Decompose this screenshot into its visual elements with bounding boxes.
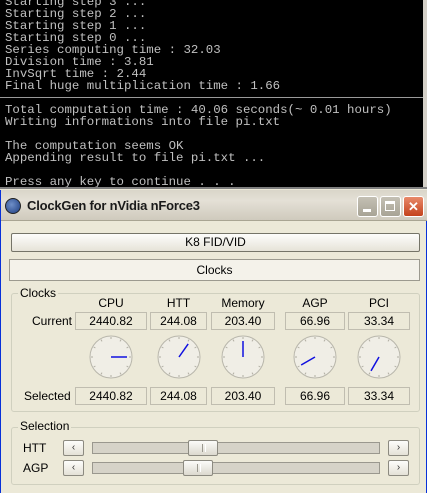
maximize-button[interactable]: [380, 196, 401, 217]
grip-icon: [202, 444, 206, 452]
console-line: Final huge multiplication time : 1.66: [5, 79, 281, 93]
minimize-icon: [363, 209, 371, 212]
agp-decrease-button[interactable]: ‹: [63, 460, 84, 476]
pci-selected-value: 33.34: [348, 387, 410, 405]
htt-slider-label: HTT: [23, 441, 47, 455]
maximize-icon: [385, 201, 395, 211]
cpu-gauge: [89, 335, 133, 379]
pci-gauge: [357, 335, 401, 379]
cpu-column-header: CPU: [98, 296, 124, 310]
cpu-current-value: 2440.82: [75, 312, 147, 330]
agp-slider-thumb[interactable]: [183, 460, 213, 476]
memory-gauge: [221, 335, 265, 379]
close-icon: ✕: [408, 199, 419, 214]
selection-group-legend: Selection: [18, 419, 72, 433]
console-line: Writing informations into file pi.txt: [5, 115, 281, 129]
app-icon[interactable]: [5, 198, 21, 214]
agp-increase-button[interactable]: ›: [388, 460, 409, 476]
console-window: Starting step 3 ... Starting step 2 ... …: [0, 0, 427, 189]
selected-row-label: Selected: [24, 389, 71, 403]
htt-gauge: [157, 335, 201, 379]
close-button[interactable]: ✕: [403, 196, 424, 217]
minimize-button[interactable]: [357, 196, 378, 217]
htt-column-header: HTT: [166, 296, 191, 310]
agp-current-value: 66.96: [285, 312, 345, 330]
htt-current-value: 244.08: [150, 312, 207, 330]
title-bar[interactable]: ClockGen for nVidia nForce3 ✕: [1, 190, 427, 221]
console-line: Appending result to file pi.txt ...: [5, 151, 266, 165]
htt-slider-thumb[interactable]: [188, 440, 218, 456]
memory-selected-value: 203.40: [211, 387, 275, 405]
memory-column-header: Memory: [221, 296, 265, 310]
agp-column-header: AGP: [302, 296, 328, 310]
clocks-tab[interactable]: Clocks: [9, 259, 420, 281]
console-separator: [0, 97, 427, 98]
cpu-selected-value: 2440.82: [75, 387, 147, 405]
htt-increase-button[interactable]: ›: [388, 440, 409, 456]
htt-slider-track[interactable]: [92, 440, 380, 456]
agp-selected-value: 66.96: [285, 387, 345, 405]
agp-gauge: [293, 335, 337, 379]
pci-column-header: PCI: [368, 296, 389, 310]
selection-group: [11, 427, 420, 485]
clocks-group-legend: Clocks: [18, 286, 59, 300]
agp-slider-track[interactable]: [92, 460, 380, 476]
agp-slider-label: AGP: [23, 461, 49, 475]
k8-fid-vid-button[interactable]: K8 FID/VID: [11, 233, 420, 252]
pci-current-value: 33.34: [348, 312, 410, 330]
window-title: ClockGen for nVidia nForce3: [27, 198, 200, 213]
htt-selected-value: 244.08: [150, 387, 207, 405]
htt-decrease-button[interactable]: ‹: [63, 440, 84, 456]
memory-current-value: 203.40: [211, 312, 275, 330]
console-frame-bottom: [0, 187, 427, 189]
console-frame-edge: [423, 0, 427, 189]
grip-icon: [197, 464, 201, 472]
clockgen-window: ClockGen for nVidia nForce3 ✕ K8 FID/VID…: [0, 190, 427, 493]
current-row-label: Current: [32, 314, 73, 328]
